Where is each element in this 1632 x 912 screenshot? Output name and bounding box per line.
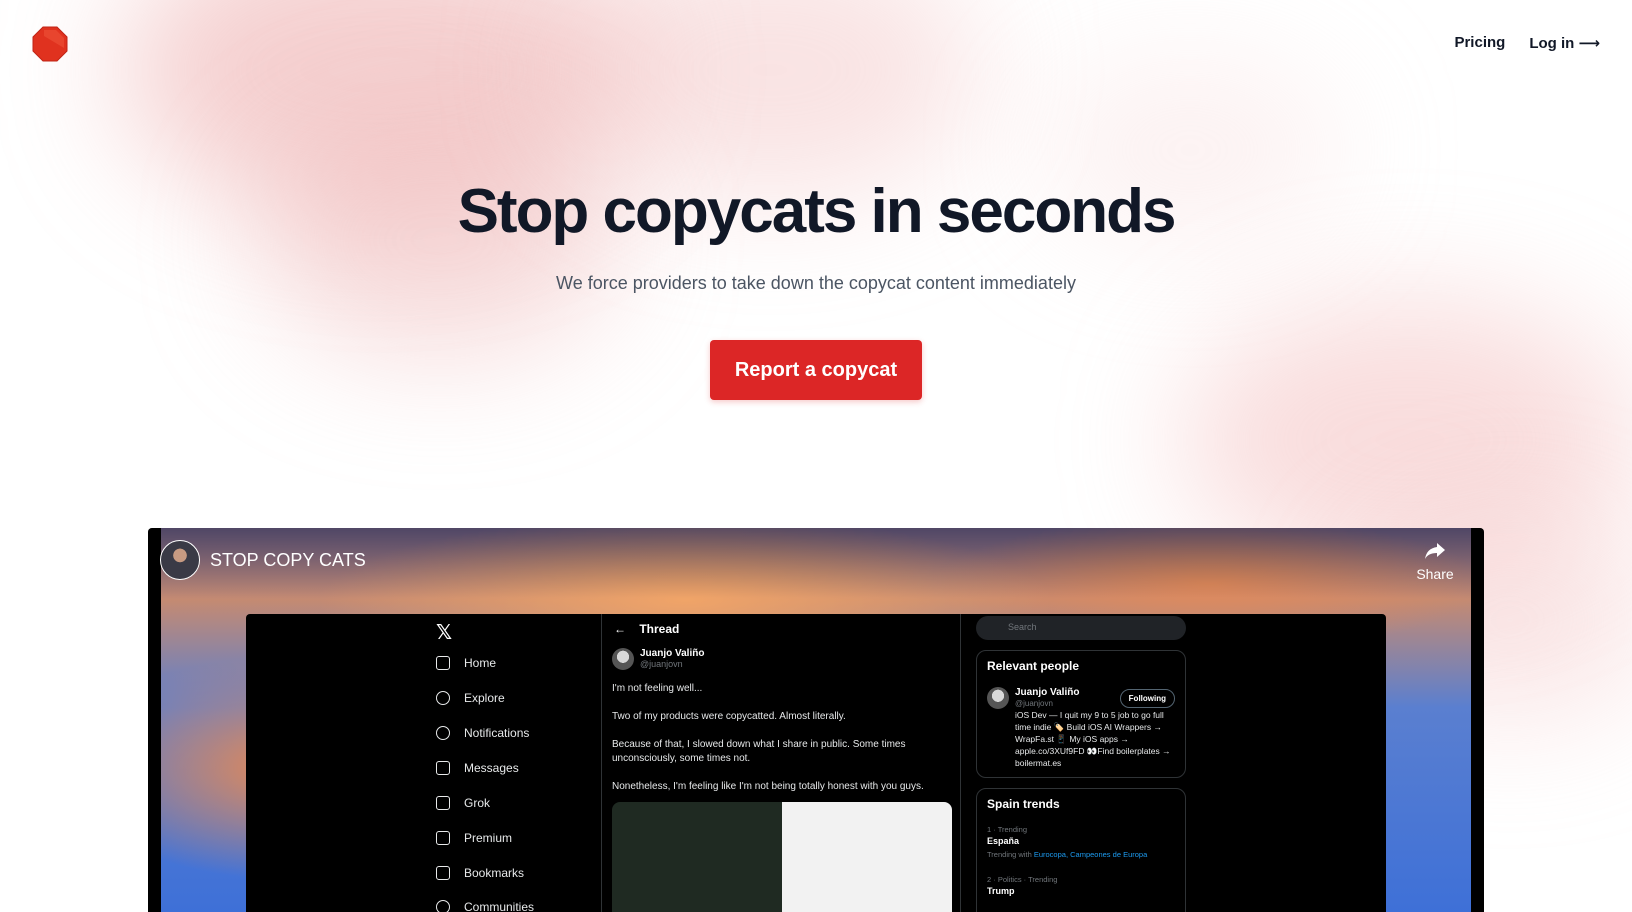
video-player[interactable]: 𝕏 Home Explore Notifications Messages Gr… [148, 528, 1484, 912]
video-screen-content: 𝕏 Home Explore Notifications Messages Gr… [246, 614, 1386, 912]
x-nav-item: Premium [436, 831, 512, 845]
x-nav-item: Communities [436, 900, 534, 912]
x-premium-icon [436, 831, 450, 845]
video-title[interactable]: STOP COPY CATS [210, 550, 366, 571]
relevant-people-panel: Relevant people Juanjo Valiño @juanjovn … [976, 650, 1186, 778]
envelope-icon [436, 761, 450, 775]
avatar [987, 687, 1009, 709]
tweet-image [612, 802, 952, 912]
pricing-link[interactable]: Pricing [1454, 34, 1505, 52]
avatar [612, 648, 634, 670]
x-thread: ← Thread Juanjo Valiño @juanjovn I'm not… [601, 614, 961, 912]
x-search-input: Search [976, 616, 1186, 640]
bookmark-icon [436, 866, 450, 880]
report-copycat-button[interactable]: Report a copycat [710, 340, 922, 400]
tweet-text: Nonetheless, I'm feeling like I'm not be… [612, 781, 924, 792]
x-nav-item: Bookmarks [436, 866, 524, 880]
nav-links: Pricing Log in ⟶ [1454, 34, 1600, 52]
back-arrow-icon: ← [614, 622, 626, 636]
thread-header: ← Thread [614, 622, 680, 636]
grok-icon [436, 796, 450, 810]
x-nav-item: Grok [436, 796, 490, 810]
tweet-author: Juanjo Valiño @juanjovn [612, 648, 704, 670]
login-link[interactable]: Log in ⟶ [1529, 34, 1600, 52]
tweet-text: I'm not feeling well... [612, 683, 703, 694]
profile-bio: iOS Dev — I quit my 9 to 5 job to go ful… [1015, 710, 1171, 768]
following-button: Following [1119, 689, 1175, 708]
top-nav: Pricing Log in ⟶ [0, 0, 1632, 88]
x-nav-item: Home [436, 656, 496, 670]
bell-icon [436, 726, 450, 740]
hero-title: Stop copycats in seconds [457, 177, 1177, 246]
x-logo-icon: 𝕏 [436, 622, 453, 644]
hero-subtitle: We force providers to take down the copy… [556, 273, 1076, 293]
tweet-text: Two of my products were copycatted. Almo… [612, 711, 846, 722]
tweet-text: Because of that, I slowed down what I sh… [612, 739, 906, 764]
communities-icon [436, 900, 450, 912]
x-nav-item: Explore [436, 691, 505, 705]
stop-sign-logo-icon[interactable] [32, 26, 68, 62]
share-button[interactable]: Share [1414, 542, 1456, 582]
x-nav-item: Notifications [436, 726, 529, 740]
share-arrow-icon [1425, 543, 1445, 559]
search-icon [436, 691, 450, 705]
channel-avatar[interactable] [160, 540, 200, 580]
trends-panel: Spain trends 1 · Trending España Trendin… [976, 788, 1186, 912]
home-icon [436, 656, 450, 670]
x-nav-item: Messages [436, 761, 519, 775]
